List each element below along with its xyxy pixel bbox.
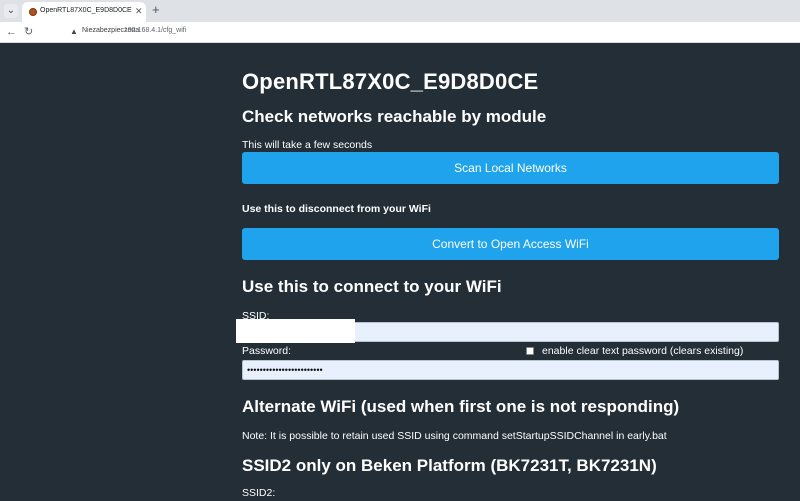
alternate-heading: Alternate WiFi (used when first one is n… <box>242 397 680 416</box>
favicon-icon <box>29 8 37 16</box>
clear-text-password-label: enable clear text password (clears exist… <box>542 345 744 357</box>
tab-search-chevron-icon[interactable]: ⌄ <box>4 4 18 18</box>
close-tab-icon[interactable]: ✕ <box>135 6 143 16</box>
scan-networks-button[interactable]: Scan Local Networks <box>242 152 779 184</box>
open-access-button[interactable]: Convert to Open Access WiFi <box>242 228 779 260</box>
url-text: 192.168.4.1/cfg_wifi <box>124 27 187 34</box>
alternate-note: Note: It is possible to retain used SSID… <box>242 430 667 442</box>
connect-heading: Use this to connect to your WiFi <box>242 277 502 296</box>
tab-title: OpenRTL87X0C_E9D8D0CE - Set Wi-Fi <box>40 7 134 14</box>
reload-icon[interactable]: ↻ <box>24 25 33 39</box>
password-label: Password: <box>242 345 292 357</box>
redaction-box <box>236 319 355 343</box>
browser-tab-strip: ⌄ OpenRTL87X0C_E9D8D0CE - Set Wi-Fi ✕ + <box>0 0 800 22</box>
back-arrow-icon[interactable]: ← <box>6 25 17 39</box>
scan-heading: Check networks reachable by module <box>242 107 547 126</box>
clear-text-password-checkbox[interactable] <box>526 347 534 355</box>
scan-hint: This will take a few seconds <box>242 139 373 151</box>
browser-tab[interactable]: OpenRTL87X0C_E9D8D0CE - Set Wi-Fi ✕ <box>22 2 146 22</box>
warning-triangle-icon[interactable]: ▲ <box>70 26 78 37</box>
page-body: OpenRTL87X0C_E9D8D0CE Check networks rea… <box>0 43 800 501</box>
new-tab-icon[interactable]: + <box>152 3 160 17</box>
ssid2-label: SSID2: <box>242 487 276 499</box>
ssid2-heading: SSID2 only on Beken Platform (BK7231T, B… <box>242 456 657 475</box>
password-input[interactable]: •••••••••••••••••••••••• <box>242 360 779 380</box>
disconnect-hint: Use this to disconnect from your WiFi <box>242 203 431 215</box>
address-bar[interactable]: ▲ Niezabezpieczona 192.168.4.1/cfg_wifi <box>62 25 798 39</box>
page-title: OpenRTL87X0C_E9D8D0CE <box>242 69 539 94</box>
browser-toolbar: ← ↻ ▲ Niezabezpieczona 192.168.4.1/cfg_w… <box>0 22 800 43</box>
